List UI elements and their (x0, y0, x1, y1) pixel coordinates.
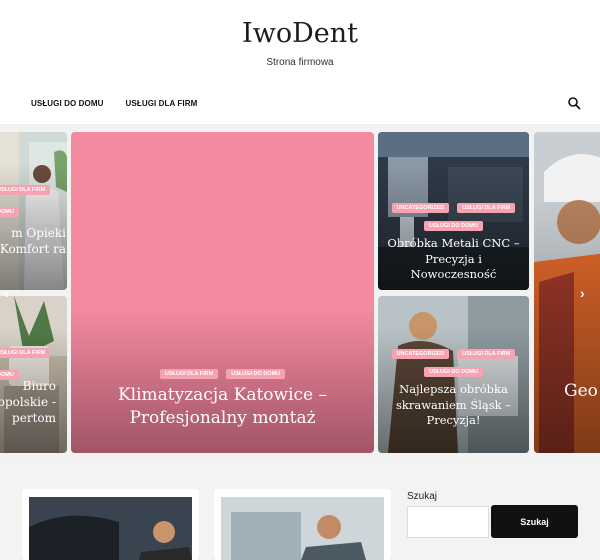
card-overlay (534, 132, 600, 453)
nav-item-uslugi-dla-firm[interactable]: USŁUGI DLA FIRM (126, 99, 198, 108)
tag[interactable]: USŁUGI DLA FIRM (457, 203, 516, 213)
slider-card[interactable]: USŁUGI DLA FIRM DOMU Biuro ałopolskie - … (0, 296, 67, 453)
card-tags: UNCATEGORIZED USŁUGI DLA FIRM USŁUGI DO … (388, 349, 519, 377)
slider-card-featured[interactable]: USŁUGI DLA FIRM USŁUGI DO DOMU Klimatyza… (71, 132, 374, 453)
card-tags: UNCATEGORIZED USŁUGI DLA FIRM USŁUGI DO … (388, 203, 519, 231)
tag[interactable]: UNCATEGORIZED (391, 203, 450, 213)
search-input[interactable] (407, 506, 489, 538)
card-title[interactable]: Biuro ałopolskie - pertom (0, 378, 56, 427)
card-title[interactable]: m Opieki Komfort ra (0, 225, 66, 257)
slider-card[interactable]: USŁUGI DLA FIRM DOMU m Opieki Komfort ra (0, 132, 67, 290)
card-title[interactable]: Geo (564, 380, 600, 403)
featured-slider: USŁUGI DLA FIRM DOMU m Opieki Komfort ra… (0, 125, 600, 458)
post-card[interactable] (22, 489, 199, 560)
slider-card[interactable]: Geo (534, 132, 600, 453)
site-title[interactable]: IwoDent (0, 18, 600, 49)
card-tags: USŁUGI DLA FIRM USŁUGI DO DOMU (71, 369, 374, 379)
slider-card[interactable]: UNCATEGORIZED USŁUGI DLA FIRM USŁUGI DO … (378, 132, 529, 290)
site-header: IwoDent Strona firmowa USŁUGI DO DOMU US… (0, 0, 600, 125)
card-tags: USŁUGI DLA FIRM DOMU (0, 348, 52, 380)
main-nav: USŁUGI DO DOMU USŁUGI DLA FIRM (31, 99, 197, 108)
search-button[interactable]: Szukaj (491, 505, 578, 538)
tag[interactable]: DOMU (0, 207, 19, 217)
search-icon[interactable] (567, 96, 581, 110)
chevron-left-icon[interactable]: ‹ (4, 285, 9, 301)
tag[interactable]: USŁUGI DO DOMU (226, 369, 286, 379)
tag[interactable]: USŁUGI DLA FIRM (0, 185, 51, 195)
post-card[interactable] (214, 489, 391, 560)
tag[interactable]: USŁUGI DLA FIRM (457, 349, 516, 359)
post-thumbnail (29, 497, 192, 560)
card-tags: USŁUGI DLA FIRM DOMU (0, 185, 52, 217)
tag[interactable]: USŁUGI DO DOMU (424, 221, 483, 231)
nav-item-uslugi-do-domu[interactable]: USŁUGI DO DOMU (31, 99, 104, 108)
site-tagline: Strona firmowa (266, 57, 334, 68)
card-title[interactable]: Obróbka Metali CNC – Precyzja i Nowoczes… (386, 236, 521, 283)
tag[interactable]: USŁUGI DLA FIRM (159, 369, 219, 379)
chevron-right-icon[interactable]: › (580, 285, 585, 301)
slider-card[interactable]: UNCATEGORIZED USŁUGI DLA FIRM USŁUGI DO … (378, 296, 529, 453)
tag[interactable]: USŁUGI DLA FIRM (0, 348, 51, 358)
tag[interactable]: UNCATEGORIZED (391, 349, 450, 359)
post-thumbnail (221, 497, 384, 560)
search-label: Szukaj (407, 491, 438, 502)
tag[interactable]: USŁUGI DO DOMU (424, 367, 483, 377)
card-title[interactable]: Klimatyzacja Katowice – Profesjonalny mo… (77, 384, 368, 430)
card-title[interactable]: Najlepsza obróbka skrawaniem Śląsk – Pre… (388, 382, 519, 429)
